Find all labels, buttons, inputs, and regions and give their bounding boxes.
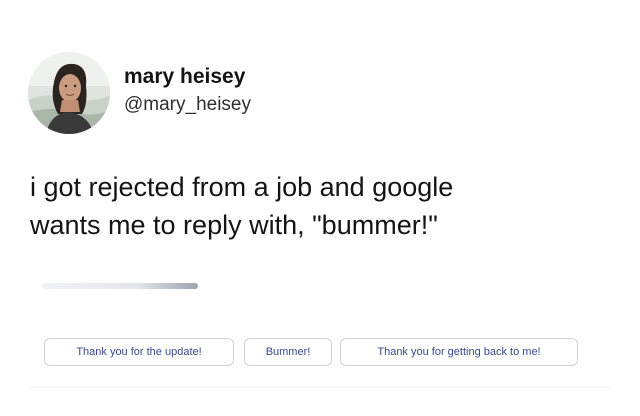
avatar[interactable] [28,52,110,134]
tweet-screenshot: mary heisey @mary_heisey i got rejected … [0,0,640,416]
user-handle[interactable]: @mary_heisey [124,94,251,117]
blurred-message-bar [42,283,198,289]
divider [30,387,610,388]
tweet-text-line: wants me to reply with, "bummer!" [30,210,438,240]
profile-photo-icon [28,52,110,134]
tweet-text-line: i got rejected from a job and google [30,172,454,202]
smart-reply-chip[interactable]: Thank you for getting back to me! [340,338,578,366]
display-name[interactable]: mary heisey [124,64,245,89]
smart-reply-chip[interactable]: Thank you for the update! [44,338,234,366]
tweet-text: i got rejected from a job and google wan… [30,168,610,244]
smart-reply-chip[interactable]: Bummer! [244,338,332,366]
